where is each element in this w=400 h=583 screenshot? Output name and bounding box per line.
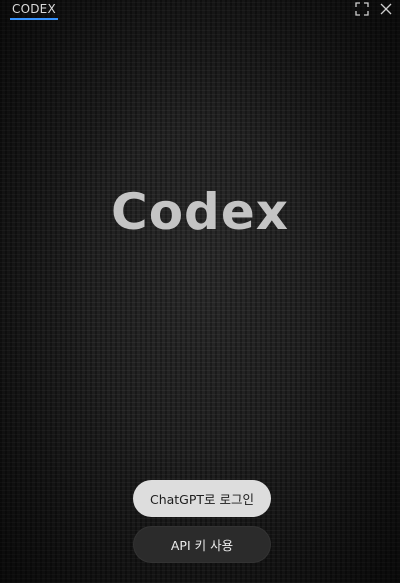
title-bar: CODEX (0, 0, 400, 22)
expand-icon (355, 2, 369, 16)
active-tab-indicator (10, 18, 58, 20)
tab-label: CODEX (12, 2, 56, 16)
api-key-label: API 키 사용 (170, 538, 234, 553)
tab-codex[interactable]: CODEX (10, 2, 58, 20)
codex-logo-text: Codex (111, 183, 289, 241)
codex-window: CODEX Codex ChatGPT로 로그인 API 키 사용 (0, 0, 400, 583)
close-icon (380, 3, 392, 15)
close-button[interactable] (376, 0, 396, 18)
chatgpt-login-label: ChatGPT로 로그인 (149, 492, 255, 507)
chatgpt-login-button[interactable]: ChatGPT로 로그인 (133, 480, 271, 517)
api-key-button[interactable]: API 키 사용 (133, 526, 271, 563)
expand-button[interactable] (352, 0, 372, 18)
